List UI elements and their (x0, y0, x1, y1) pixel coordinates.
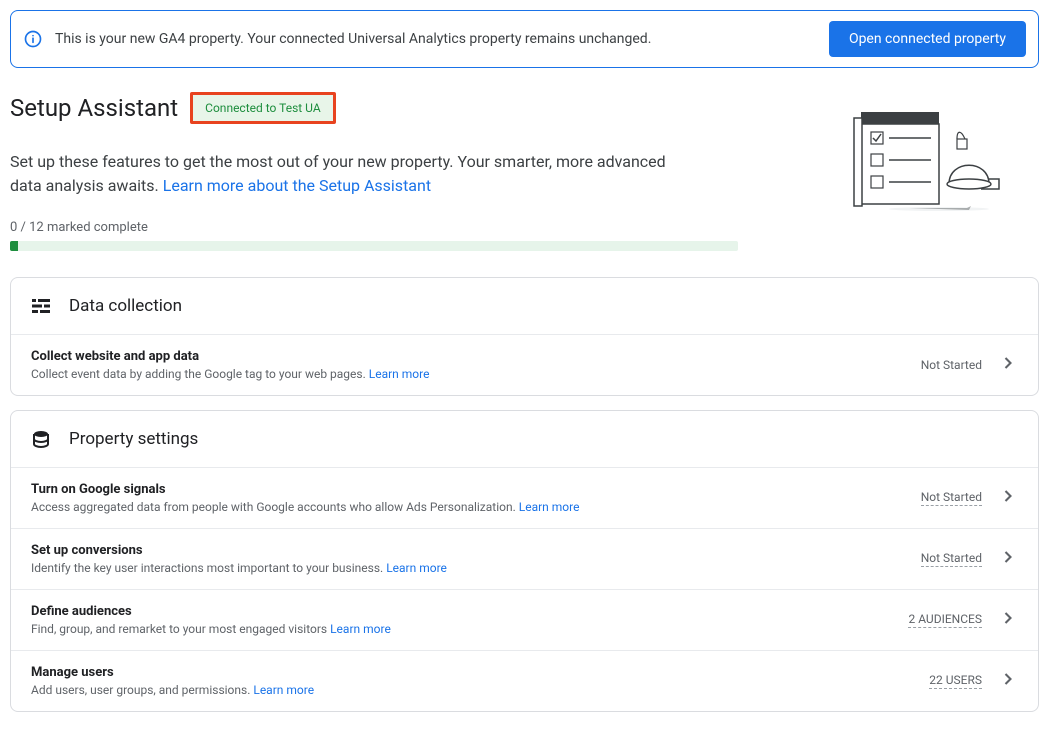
page-title: Setup Assistant (10, 94, 178, 122)
section-header: Property settings (11, 411, 1038, 467)
data-collection-icon (31, 297, 51, 315)
chevron-right-icon (998, 353, 1018, 377)
section-card-data-collection: Data collection Collect website and app … (10, 277, 1039, 396)
task-row-manage-users[interactable]: Manage users Add users, user groups, and… (11, 650, 1038, 711)
task-title: Collect website and app data (31, 349, 921, 364)
task-title: Manage users (31, 665, 929, 680)
task-title: Set up conversions (31, 543, 921, 558)
learn-more-setup-assistant-link[interactable]: Learn more about the Setup Assistant (163, 176, 431, 195)
section-title: Data collection (69, 296, 182, 316)
task-status: 22 USERS (929, 673, 982, 689)
progress-fill (10, 241, 18, 251)
task-row-collect-data[interactable]: Collect website and app data Collect eve… (11, 334, 1038, 395)
task-desc: Identify the key user interactions most … (31, 561, 921, 575)
chevron-right-icon (998, 486, 1018, 510)
task-desc: Add users, user groups, and permissions.… (31, 683, 929, 697)
learn-more-link[interactable]: Learn more (386, 561, 447, 575)
learn-more-link[interactable]: Learn more (369, 367, 430, 381)
chevron-right-icon (998, 669, 1018, 693)
task-title: Turn on Google signals (31, 482, 921, 497)
task-status: Not Started (921, 551, 982, 567)
learn-more-link[interactable]: Learn more (519, 500, 580, 514)
property-settings-icon (31, 430, 51, 448)
task-title: Define audiences (31, 604, 908, 619)
open-connected-property-button[interactable]: Open connected property (829, 21, 1026, 57)
chevron-right-icon (998, 608, 1018, 632)
connected-badge: Connected to Test UA (190, 92, 336, 124)
checklist-illustration (839, 92, 1039, 218)
task-status: Not Started (921, 358, 982, 372)
section-card-property-settings: Property settings Turn on Google signals… (10, 410, 1039, 712)
info-icon (23, 29, 43, 49)
learn-more-link[interactable]: Learn more (253, 683, 314, 697)
section-title: Property settings (69, 429, 198, 449)
task-row-google-signals[interactable]: Turn on Google signals Access aggregated… (11, 467, 1038, 528)
task-desc: Collect event data by adding the Google … (31, 367, 921, 381)
chevron-right-icon (998, 547, 1018, 571)
task-desc: Find, group, and remarket to your most e… (31, 622, 908, 636)
progress-bar (10, 241, 738, 251)
learn-more-link[interactable]: Learn more (330, 622, 391, 636)
task-row-conversions[interactable]: Set up conversions Identify the key user… (11, 528, 1038, 589)
section-header: Data collection (11, 278, 1038, 334)
task-row-audiences[interactable]: Define audiences Find, group, and remark… (11, 589, 1038, 650)
task-desc: Access aggregated data from people with … (31, 500, 921, 514)
info-text: This is your new GA4 property. Your conn… (55, 31, 817, 47)
task-status: 2 AUDIENCES (908, 612, 982, 628)
progress-label: 0 / 12 marked complete (10, 220, 738, 235)
info-banner: This is your new GA4 property. Your conn… (10, 10, 1039, 68)
task-status: Not Started (921, 490, 982, 506)
page-subtitle: Set up these features to get the most ou… (10, 150, 690, 198)
